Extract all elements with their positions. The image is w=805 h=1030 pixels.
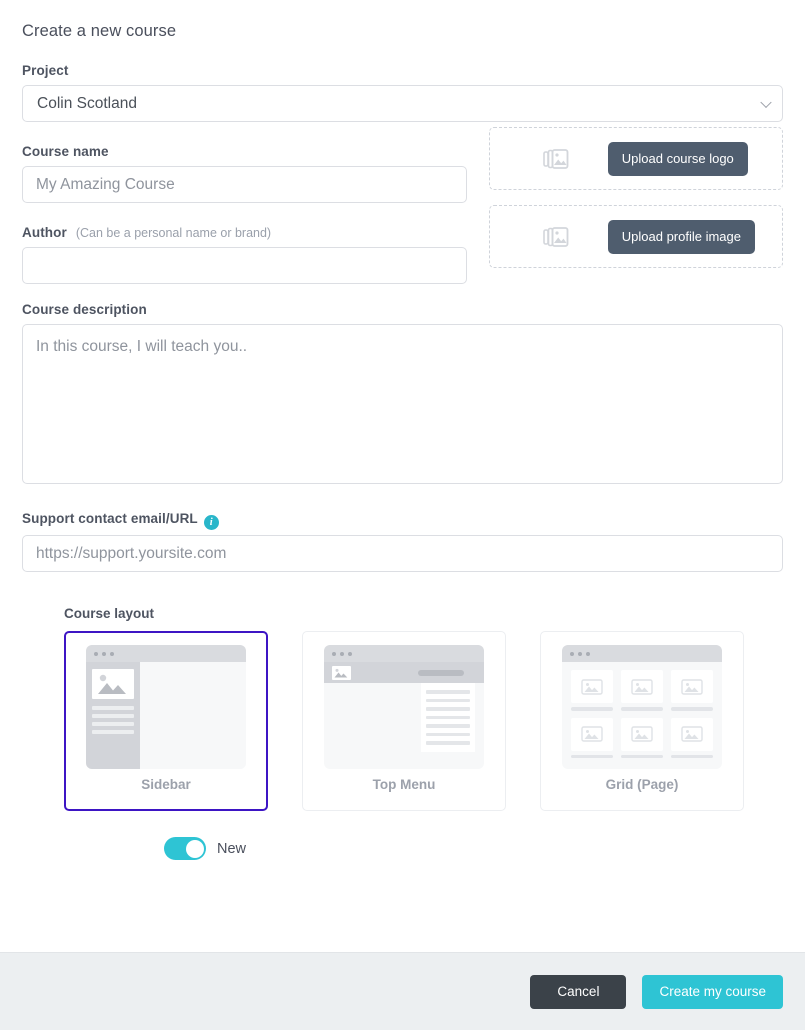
- window-dot-icon: [110, 651, 114, 656]
- preview-caption: [571, 754, 613, 758]
- course-name-label: Course name: [22, 144, 109, 159]
- course-layout-heading: Course layout: [64, 606, 155, 621]
- image-placeholder-icon: [332, 665, 351, 680]
- grid-layout-preview: [562, 645, 722, 769]
- author-label: Author: [22, 225, 67, 240]
- new-toggle[interactable]: [164, 837, 206, 860]
- dialog-body: Create a new course Project Colin Scotla…: [0, 0, 805, 860]
- upload-profile-image-button[interactable]: Upload profile image: [607, 219, 755, 254]
- preview-grid-cell: [621, 670, 663, 711]
- window-dot-icon: [94, 651, 98, 656]
- window-dot-icon: [340, 651, 344, 656]
- preview-grid: [562, 662, 722, 766]
- preview-caption: [671, 754, 713, 758]
- preview-caption: [571, 707, 613, 711]
- course-layout-section: Course layout Sidebar Top Menu Grid (Pag…: [22, 606, 783, 860]
- new-toggle-row: New: [164, 837, 783, 860]
- image-placeholder-icon: [92, 669, 134, 699]
- preview-titlebar: [86, 645, 246, 662]
- name-author-column: Course name Author (Can be a personal na…: [22, 122, 467, 284]
- layout-option-label: Top Menu: [372, 777, 436, 792]
- dialog-title: Create a new course: [22, 22, 177, 40]
- preview-caption: [621, 707, 663, 711]
- top-menu-layout-preview: [324, 645, 484, 769]
- window-dot-icon: [332, 651, 336, 656]
- preview-sidebar: [86, 662, 140, 769]
- preview-grid-cell: [571, 670, 613, 711]
- preview-grid-cell: [671, 670, 713, 711]
- image-placeholder-icon: [671, 717, 713, 751]
- author-hint: (Can be a personal name or brand): [75, 226, 272, 240]
- preview-line: [92, 714, 134, 718]
- upload-course-logo-button[interactable]: Upload course logo: [607, 141, 748, 176]
- preview-document: [421, 683, 475, 752]
- window-dot-icon: [348, 651, 352, 656]
- support-contact-label-row: Support contact email/URL i: [22, 511, 783, 530]
- layout-option-sidebar[interactable]: Sidebar: [64, 631, 268, 811]
- window-dot-icon: [570, 651, 574, 656]
- author-label-row: Author (Can be a personal name or brand): [22, 225, 467, 240]
- course-description-label: Course description: [22, 302, 147, 317]
- image-placeholder-icon: [671, 670, 713, 703]
- cancel-button[interactable]: Cancel: [530, 974, 627, 1009]
- images-stack-icon: [504, 226, 608, 248]
- preview-line: [426, 741, 470, 745]
- layout-option-label: Grid (Page): [605, 777, 679, 792]
- course-name-input[interactable]: [22, 166, 467, 203]
- preview-line: [92, 722, 134, 726]
- layout-option-top-menu[interactable]: Top Menu: [302, 631, 506, 811]
- preview-top-nav: [324, 662, 484, 683]
- preview-body: [86, 662, 246, 769]
- preview-line: [426, 732, 470, 736]
- image-placeholder-icon: [571, 670, 613, 703]
- layout-option-grid-page[interactable]: Grid (Page): [540, 631, 744, 811]
- preview-grid-cell: [571, 717, 613, 758]
- preview-nav-pill: [418, 669, 464, 676]
- image-placeholder-icon: [621, 717, 663, 751]
- preview-titlebar: [562, 645, 722, 662]
- upload-column: Upload course logo Upload profile image: [488, 122, 783, 283]
- window-dot-icon: [578, 651, 582, 656]
- support-contact-label: Support contact email/URL: [22, 511, 198, 526]
- new-toggle-label: New: [217, 840, 247, 857]
- preview-grid-cell: [671, 717, 713, 758]
- dialog-footer: Cancel Create my course: [0, 952, 805, 1030]
- window-dot-icon: [102, 651, 106, 656]
- support-contact-input[interactable]: [22, 535, 783, 572]
- preview-line: [426, 698, 470, 702]
- course-description-textarea[interactable]: [22, 324, 783, 484]
- window-dot-icon: [586, 651, 590, 656]
- project-select[interactable]: Colin Scotland: [22, 85, 783, 122]
- create-my-course-button[interactable]: Create my course: [642, 974, 783, 1009]
- images-stack-icon: [504, 148, 608, 170]
- preview-line: [92, 730, 134, 734]
- preview-grid-cell: [621, 717, 663, 758]
- image-placeholder-icon: [571, 717, 613, 751]
- sidebar-layout-preview: [86, 645, 246, 769]
- layout-option-label: Sidebar: [141, 777, 191, 792]
- preview-line: [92, 706, 134, 710]
- info-icon[interactable]: i: [203, 515, 219, 530]
- image-placeholder-icon: [621, 670, 663, 703]
- preview-line: [426, 715, 470, 719]
- upload-course-logo-dropzone[interactable]: Upload course logo: [488, 127, 783, 190]
- preview-line: [426, 707, 470, 711]
- toggle-knob: [185, 839, 204, 858]
- preview-line: [426, 690, 470, 694]
- preview-text-lines: [92, 706, 134, 734]
- name-and-uploads-row: Course name Author (Can be a personal na…: [22, 122, 783, 284]
- course-layout-options: Sidebar Top Menu Grid (Page): [64, 631, 783, 811]
- author-input[interactable]: [22, 247, 467, 284]
- upload-profile-image-dropzone[interactable]: Upload profile image: [488, 205, 783, 268]
- preview-caption: [671, 707, 713, 711]
- preview-titlebar: [324, 645, 484, 662]
- project-label: Project: [22, 63, 69, 78]
- create-course-dialog: Create a new course Project Colin Scotla…: [0, 0, 805, 1030]
- preview-content-area: [140, 662, 246, 769]
- project-select-wrap: Colin Scotland: [22, 85, 783, 122]
- preview-caption: [621, 754, 663, 758]
- preview-line: [426, 724, 470, 728]
